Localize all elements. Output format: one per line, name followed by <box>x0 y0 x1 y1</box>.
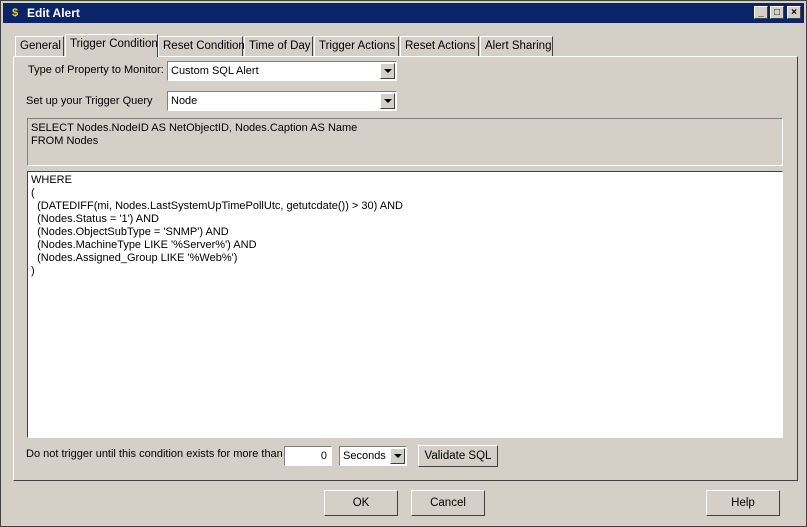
cancel-button[interactable]: Cancel <box>411 490 485 516</box>
sql-editor[interactable]: WHERE ( (DATEDIFF(mi, Nodes.LastSystemUp… <box>27 171 783 438</box>
delay-unit-select[interactable]: Seconds <box>339 446 407 466</box>
property-label: Type of Property to Monitor: <box>28 64 164 76</box>
tab-reset-condition[interactable]: Reset Condition <box>158 36 245 56</box>
property-select[interactable]: Custom SQL Alert <box>167 61 397 81</box>
delay-label: Do not trigger until this condition exis… <box>26 448 283 460</box>
chevron-down-icon[interactable] <box>380 93 395 109</box>
chevron-down-icon[interactable] <box>380 63 395 79</box>
title-bar[interactable]: $ Edit Alert _ □ × <box>3 3 804 23</box>
tab-time-of-day[interactable]: Time of Day <box>244 36 313 56</box>
maximize-button[interactable]: □ <box>770 6 784 19</box>
sql-header-box: SELECT Nodes.NodeID AS NetObjectID, Node… <box>27 118 783 166</box>
minimize-button[interactable]: _ <box>754 6 768 19</box>
query-label: Set up your Trigger Query <box>26 95 153 107</box>
property-select-value: Custom SQL Alert <box>171 65 259 77</box>
tab-general[interactable]: General <box>15 36 64 56</box>
tab-trigger-condition[interactable]: Trigger Condition <box>65 34 158 57</box>
window-title: Edit Alert <box>27 6 80 20</box>
help-button[interactable]: Help <box>706 490 780 516</box>
delay-input[interactable]: 0 <box>284 446 332 466</box>
query-select[interactable]: Node <box>167 91 397 111</box>
tab-alert-sharing[interactable]: Alert Sharing <box>480 36 553 56</box>
chevron-down-icon[interactable] <box>390 448 405 464</box>
edit-alert-window: $ Edit Alert _ □ × General Trigger Condi… <box>0 0 807 527</box>
delay-unit-value: Seconds <box>343 450 386 462</box>
tab-trigger-actions[interactable]: Trigger Actions <box>314 36 399 56</box>
validate-sql-button[interactable]: Validate SQL <box>418 445 498 467</box>
ok-button[interactable]: OK <box>324 490 398 516</box>
app-icon: $ <box>11 7 19 19</box>
tab-reset-actions[interactable]: Reset Actions <box>400 36 479 56</box>
close-button[interactable]: × <box>787 6 801 19</box>
query-select-value: Node <box>171 95 198 107</box>
